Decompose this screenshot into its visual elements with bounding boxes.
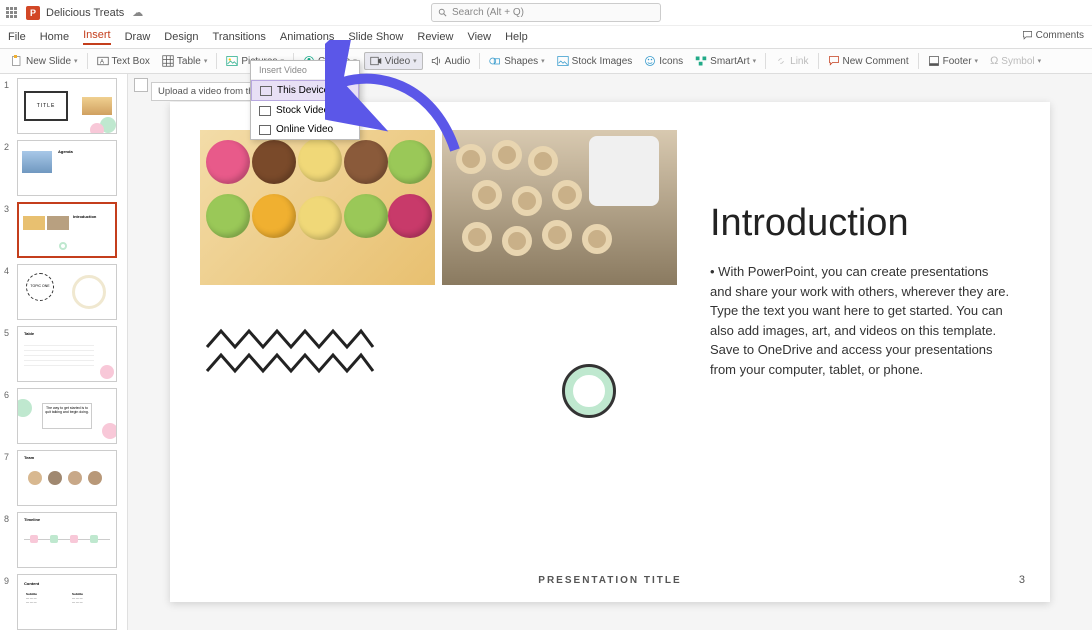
audio-button[interactable]: Audio	[425, 53, 476, 69]
insert-ribbon: New Slide▾ AText Box Table▾ Pictures▾ Ca…	[0, 48, 1092, 74]
menu-transitions[interactable]: Transitions	[213, 31, 266, 43]
menu-design[interactable]: Design	[164, 31, 198, 43]
menu-view[interactable]: View	[467, 31, 491, 43]
circle-decoration	[565, 367, 613, 415]
textbox-button[interactable]: AText Box	[92, 53, 155, 69]
search-icon	[438, 8, 448, 18]
slide-thumb-2[interactable]: Agenda	[17, 140, 117, 196]
device-icon	[260, 86, 272, 96]
slide-thumb-6[interactable]: The way to get started is to quit talkin…	[17, 388, 117, 444]
slide[interactable]: Introduction • With PowerPoint, you can …	[170, 102, 1050, 602]
video-button[interactable]: Video▾	[364, 52, 423, 70]
slide-thumb-7[interactable]: Team	[17, 450, 117, 506]
new-comment-button[interactable]: New Comment	[823, 53, 914, 69]
slide-thumb-5[interactable]: Table	[17, 326, 117, 382]
slide-thumb-9[interactable]: Content Subtitle— — —— — — Subtitle— — —…	[17, 574, 117, 630]
slide-image-bakery[interactable]	[442, 130, 677, 285]
menu-slideshow[interactable]: Slide Show	[348, 31, 403, 43]
comment-icon	[1022, 30, 1033, 41]
shapes-button[interactable]: Shapes▾	[484, 53, 549, 69]
menu-insert[interactable]: Insert	[83, 29, 111, 45]
link-button: Link	[770, 53, 813, 69]
document-title[interactable]: Delicious Treats	[46, 7, 124, 19]
slide-thumb-8[interactable]: Timeline	[17, 512, 117, 568]
insert-video-dropdown: Insert Video This Device Stock Videos On…	[250, 60, 360, 140]
dropdown-online-video[interactable]: Online Video	[251, 120, 359, 139]
slide-canvas-area[interactable]: Introduction • With PowerPoint, you can …	[128, 74, 1092, 630]
cloud-saved-icon[interactable]: ☁	[132, 6, 143, 19]
menu-file[interactable]: File	[8, 31, 26, 43]
dropdown-stock-videos[interactable]: Stock Videos	[251, 101, 359, 120]
menu-review[interactable]: Review	[417, 31, 453, 43]
slide-footer: PRESENTATION TITLE	[538, 575, 681, 586]
outline-toggle-icon[interactable]	[134, 78, 148, 92]
zigzag-decoration	[205, 327, 375, 375]
dropdown-header: Insert Video	[251, 61, 359, 80]
slide-thumbnail-panel[interactable]: 1 TITLE 2 Agenda 3 Introduction 4 TOPIC …	[0, 74, 128, 630]
menu-draw[interactable]: Draw	[125, 31, 151, 43]
search-input[interactable]: Search (Alt + Q)	[431, 3, 661, 22]
symbol-button: ΩSymbol▾	[985, 53, 1046, 69]
menu-animations[interactable]: Animations	[280, 31, 334, 43]
smartart-button[interactable]: SmartArt▾	[690, 53, 761, 69]
slide-title[interactable]: Introduction	[710, 202, 909, 245]
menu-help[interactable]: Help	[505, 31, 528, 43]
footer-button[interactable]: Footer▾	[923, 53, 983, 69]
stock-images-button[interactable]: Stock Images	[552, 53, 638, 69]
table-button[interactable]: Table▾	[157, 53, 212, 69]
workspace: 1 TITLE 2 Agenda 3 Introduction 4 TOPIC …	[0, 74, 1092, 630]
slide-page-number: 3	[1019, 574, 1025, 586]
menu-home[interactable]: Home	[40, 31, 69, 43]
stock-video-icon	[259, 106, 271, 116]
slide-image-macarons[interactable]	[200, 130, 435, 285]
dropdown-this-device[interactable]: This Device	[251, 80, 359, 101]
app-launcher-icon[interactable]	[6, 7, 18, 19]
online-video-icon	[259, 125, 271, 135]
title-bar: P Delicious Treats ☁ Search (Alt + Q)	[0, 0, 1092, 26]
slide-thumb-1[interactable]: TITLE	[17, 78, 117, 134]
slide-body-text[interactable]: • With PowerPoint, you can create presen…	[710, 262, 1010, 379]
powerpoint-icon: P	[26, 6, 40, 20]
menu-bar: File Home Insert Draw Design Transitions…	[0, 26, 1092, 48]
slide-thumb-3[interactable]: Introduction	[17, 202, 117, 258]
svg-text:A: A	[100, 59, 104, 65]
slide-thumb-4[interactable]: TOPIC ONE	[17, 264, 117, 320]
comments-button[interactable]: Comments	[1022, 30, 1084, 41]
icons-button[interactable]: Icons	[639, 53, 688, 69]
new-slide-button[interactable]: New Slide▾	[6, 53, 83, 69]
